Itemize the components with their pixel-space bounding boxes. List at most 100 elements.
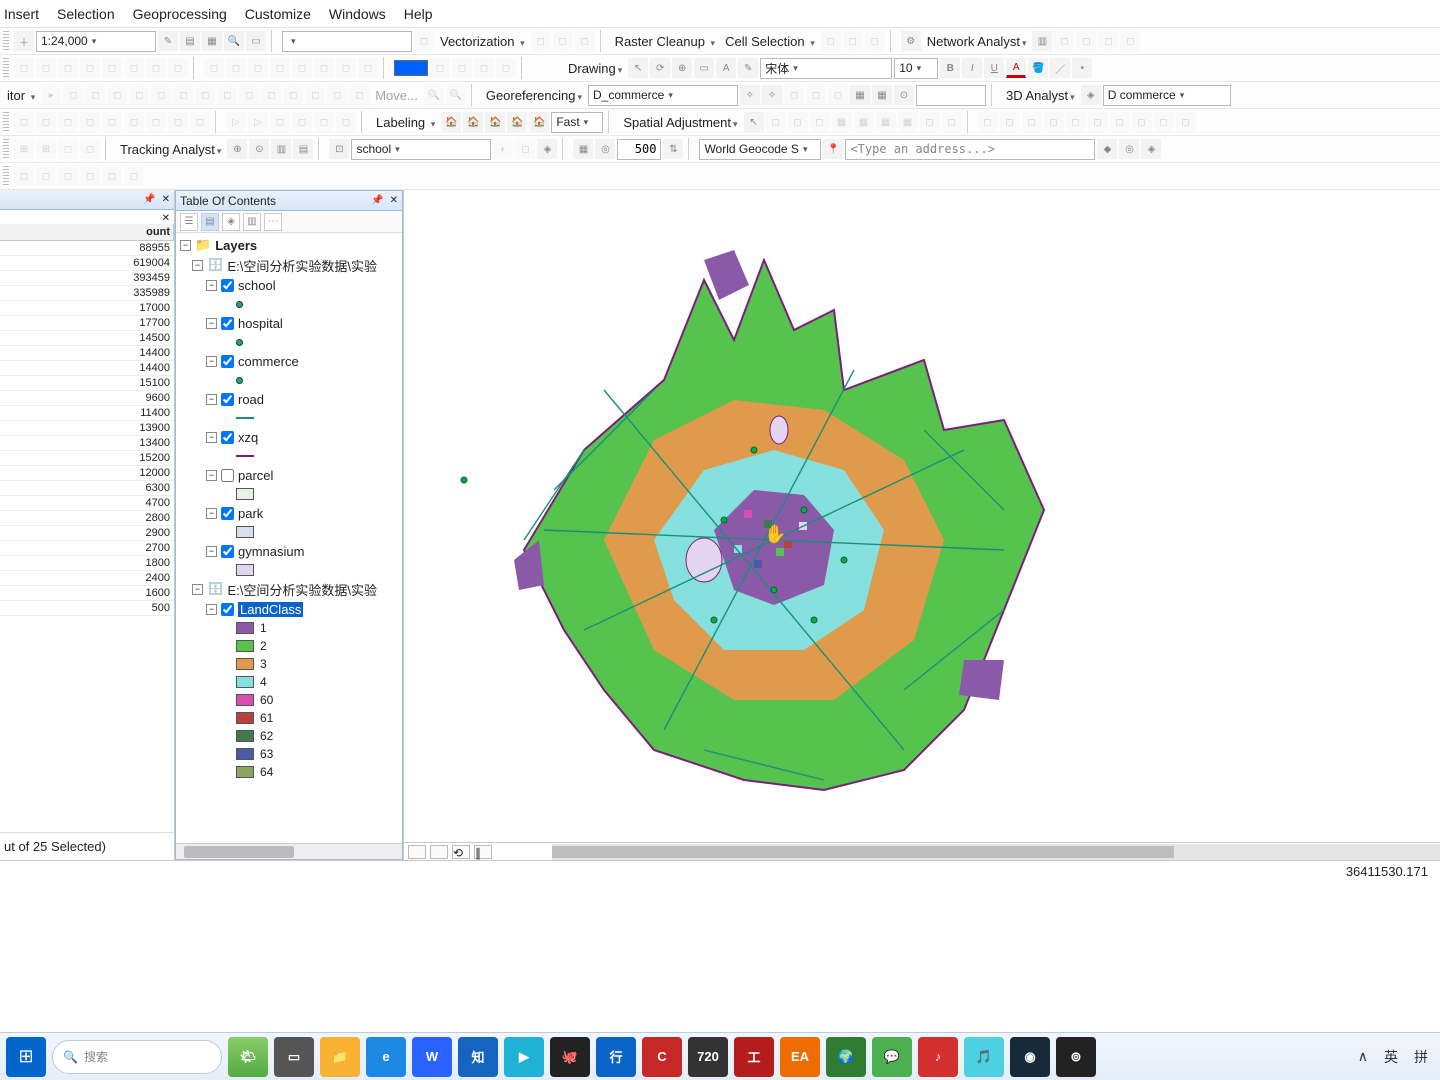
taskbar-app-github[interactable]: 🐙 [550, 1037, 590, 1077]
layer-checkbox[interactable] [221, 355, 234, 368]
font-size-combo[interactable]: 10▾ [894, 58, 938, 79]
geometry-tool-icon[interactable]: ◻ [204, 58, 224, 78]
toc-class-62[interactable]: 62 [180, 727, 402, 745]
attr-cell[interactable]: 1800 [0, 556, 174, 571]
na-tool-icon[interactable]: ◻ [1054, 31, 1074, 51]
edit-tool-icon[interactable]: ◻ [102, 58, 122, 78]
expand-icon[interactable]: − [192, 584, 203, 595]
attr-col-header[interactable]: ount [0, 224, 174, 240]
expand-icon[interactable]: − [206, 546, 217, 557]
edit-tool-icon[interactable]: ◻ [195, 85, 215, 105]
graphic-tool-icon[interactable]: ◻ [430, 58, 450, 78]
taskbar-app-bank[interactable]: 行 [596, 1037, 636, 1077]
sa-tool-icon[interactable]: ▦ [832, 112, 852, 132]
taskbar-app-obs[interactable]: ⊚ [1056, 1037, 1096, 1077]
toc-class-1[interactable]: 1 [180, 619, 402, 637]
close-icon[interactable]: ✕ [390, 195, 398, 206]
toc-layer-symbol[interactable] [180, 295, 402, 313]
parcel-tool-icon[interactable]: ◻ [190, 112, 210, 132]
cell-tool-icon[interactable]: ◻ [865, 31, 885, 51]
bold-button[interactable]: B [940, 58, 960, 78]
sa-tool-icon[interactable]: ◻ [920, 112, 940, 132]
toc-layer-symbol[interactable] [180, 371, 402, 389]
editor-menu[interactable]: itor [3, 88, 39, 103]
misc-tool-icon[interactable]: ◻ [124, 166, 144, 186]
toc-body[interactable]: − 📁 Layers − 🗄 E:\空间分析实验数据\实验 − school− … [176, 233, 402, 843]
geometry-tool-icon[interactable]: ◻ [226, 58, 246, 78]
attr-subpanel-close[interactable]: ✕ [162, 213, 170, 224]
graphic-tool-icon[interactable]: ◻ [474, 58, 494, 78]
attr-cell[interactable]: 14500 [0, 331, 174, 346]
rotate-icon[interactable]: ⟳ [650, 58, 670, 78]
layer-checkbox[interactable] [221, 279, 234, 292]
misc-tool-icon[interactable]: ◻ [14, 166, 34, 186]
edit-tool-icon[interactable]: ◻ [327, 85, 347, 105]
toc-class-63[interactable]: 63 [180, 745, 402, 763]
geometry-tool-icon[interactable]: ◻ [270, 58, 290, 78]
taskbar-app-explorer[interactable]: 📁 [320, 1037, 360, 1077]
options-icon[interactable]: ⚙ [901, 31, 921, 51]
stepper-icon[interactable]: ⇅ [663, 139, 683, 159]
edit-tool-icon[interactable]: ◻ [239, 85, 259, 105]
toc-class-2[interactable]: 2 [180, 637, 402, 655]
sa-tool-icon[interactable]: ▦ [854, 112, 874, 132]
edit-tool-icon[interactable]: ◻ [129, 85, 149, 105]
expand-icon[interactable]: − [206, 318, 217, 329]
label-priority-combo[interactable]: Fast▾ [551, 112, 603, 133]
data-view-button[interactable] [408, 845, 426, 859]
toc-layer-road[interactable]: − road [180, 389, 402, 409]
toc-list-by-drawing-icon[interactable]: ☰ [180, 213, 198, 231]
toc-window-icon[interactable]: ▤ [180, 31, 200, 51]
edit-tool-icon[interactable]: ◻ [107, 85, 127, 105]
attr-cell[interactable]: 335989 [0, 286, 174, 301]
sa-tool-icon[interactable]: ◻ [788, 112, 808, 132]
move-button[interactable]: Move... [371, 88, 422, 103]
edit-tool-icon[interactable]: ◻ [261, 85, 281, 105]
label-tool-icon[interactable]: 🏠 [507, 112, 527, 132]
add-data-button[interactable]: ＋ [14, 31, 34, 51]
toc-class-61[interactable]: 61 [180, 709, 402, 727]
edit-tool-icon[interactable]: ◻ [283, 85, 303, 105]
toc-layer-hospital[interactable]: − hospital [180, 313, 402, 333]
parcel-tool-icon[interactable]: ◻ [124, 112, 144, 132]
map-hscroll[interactable] [552, 844, 1440, 860]
label-tool-icon[interactable]: 🏠 [485, 112, 505, 132]
attr-cell[interactable]: 6300 [0, 481, 174, 496]
label-tool-icon[interactable]: 🏠 [441, 112, 461, 132]
georef-tool-icon[interactable]: ✧ [762, 85, 782, 105]
text-icon[interactable]: A [716, 58, 736, 78]
vector-tool-icon[interactable]: ◻ [553, 31, 573, 51]
toc-class-64[interactable]: 64 [180, 763, 402, 781]
misc-tool-icon[interactable]: ◻ [80, 166, 100, 186]
toolbar-grip[interactable] [3, 112, 9, 132]
georef-tool-icon[interactable]: ◻ [784, 85, 804, 105]
zoom-out-icon[interactable]: 🔍 [446, 85, 466, 105]
layer-checkbox[interactable] [221, 431, 234, 444]
attr-cell[interactable]: 14400 [0, 346, 174, 361]
zoom-in-icon[interactable]: 🔍 [424, 85, 444, 105]
snap-tool-icon[interactable]: ◻ [80, 139, 100, 159]
taskbar-search[interactable]: 🔍 搜索 [52, 1040, 222, 1074]
edit-tool-icon[interactable]: ◻ [217, 85, 237, 105]
menu-selection[interactable]: Selection [57, 6, 115, 22]
fill-color-button[interactable]: 🪣 [1028, 58, 1048, 78]
edit-tool-icon[interactable]: ◻ [151, 85, 171, 105]
vectorization-menu[interactable]: Vectorization [436, 34, 529, 49]
toc-hscroll[interactable] [176, 843, 402, 859]
label-tool-icon[interactable]: 🏠 [463, 112, 483, 132]
attr-cell[interactable]: 500 [0, 601, 174, 616]
georef-tool-icon[interactable]: ✧ [740, 85, 760, 105]
route-tool-icon[interactable]: ▷ [226, 112, 246, 132]
toc-list-by-selection-icon[interactable]: ▥ [243, 213, 261, 231]
attr-cell[interactable]: 13900 [0, 421, 174, 436]
editor-toolbar-icon[interactable]: ✎ [158, 31, 178, 51]
toc-class-4[interactable]: 4 [180, 673, 402, 691]
buffer-wizard-icon[interactable]: ◎ [595, 139, 615, 159]
snap-tool-icon[interactable]: ◻ [58, 139, 78, 159]
georef-tool-icon[interactable]: ◻ [828, 85, 848, 105]
spatial-adjustment-menu[interactable]: Spatial Adjustment [619, 115, 741, 130]
georef-tool-icon[interactable]: ⊙ [894, 85, 914, 105]
taskbar-app-720[interactable]: 720 [688, 1037, 728, 1077]
toc-raster-group[interactable]: − 🗄 E:\空间分析实验数据\实验 [180, 579, 402, 599]
tracking-settings-icon[interactable]: ▤ [293, 139, 313, 159]
